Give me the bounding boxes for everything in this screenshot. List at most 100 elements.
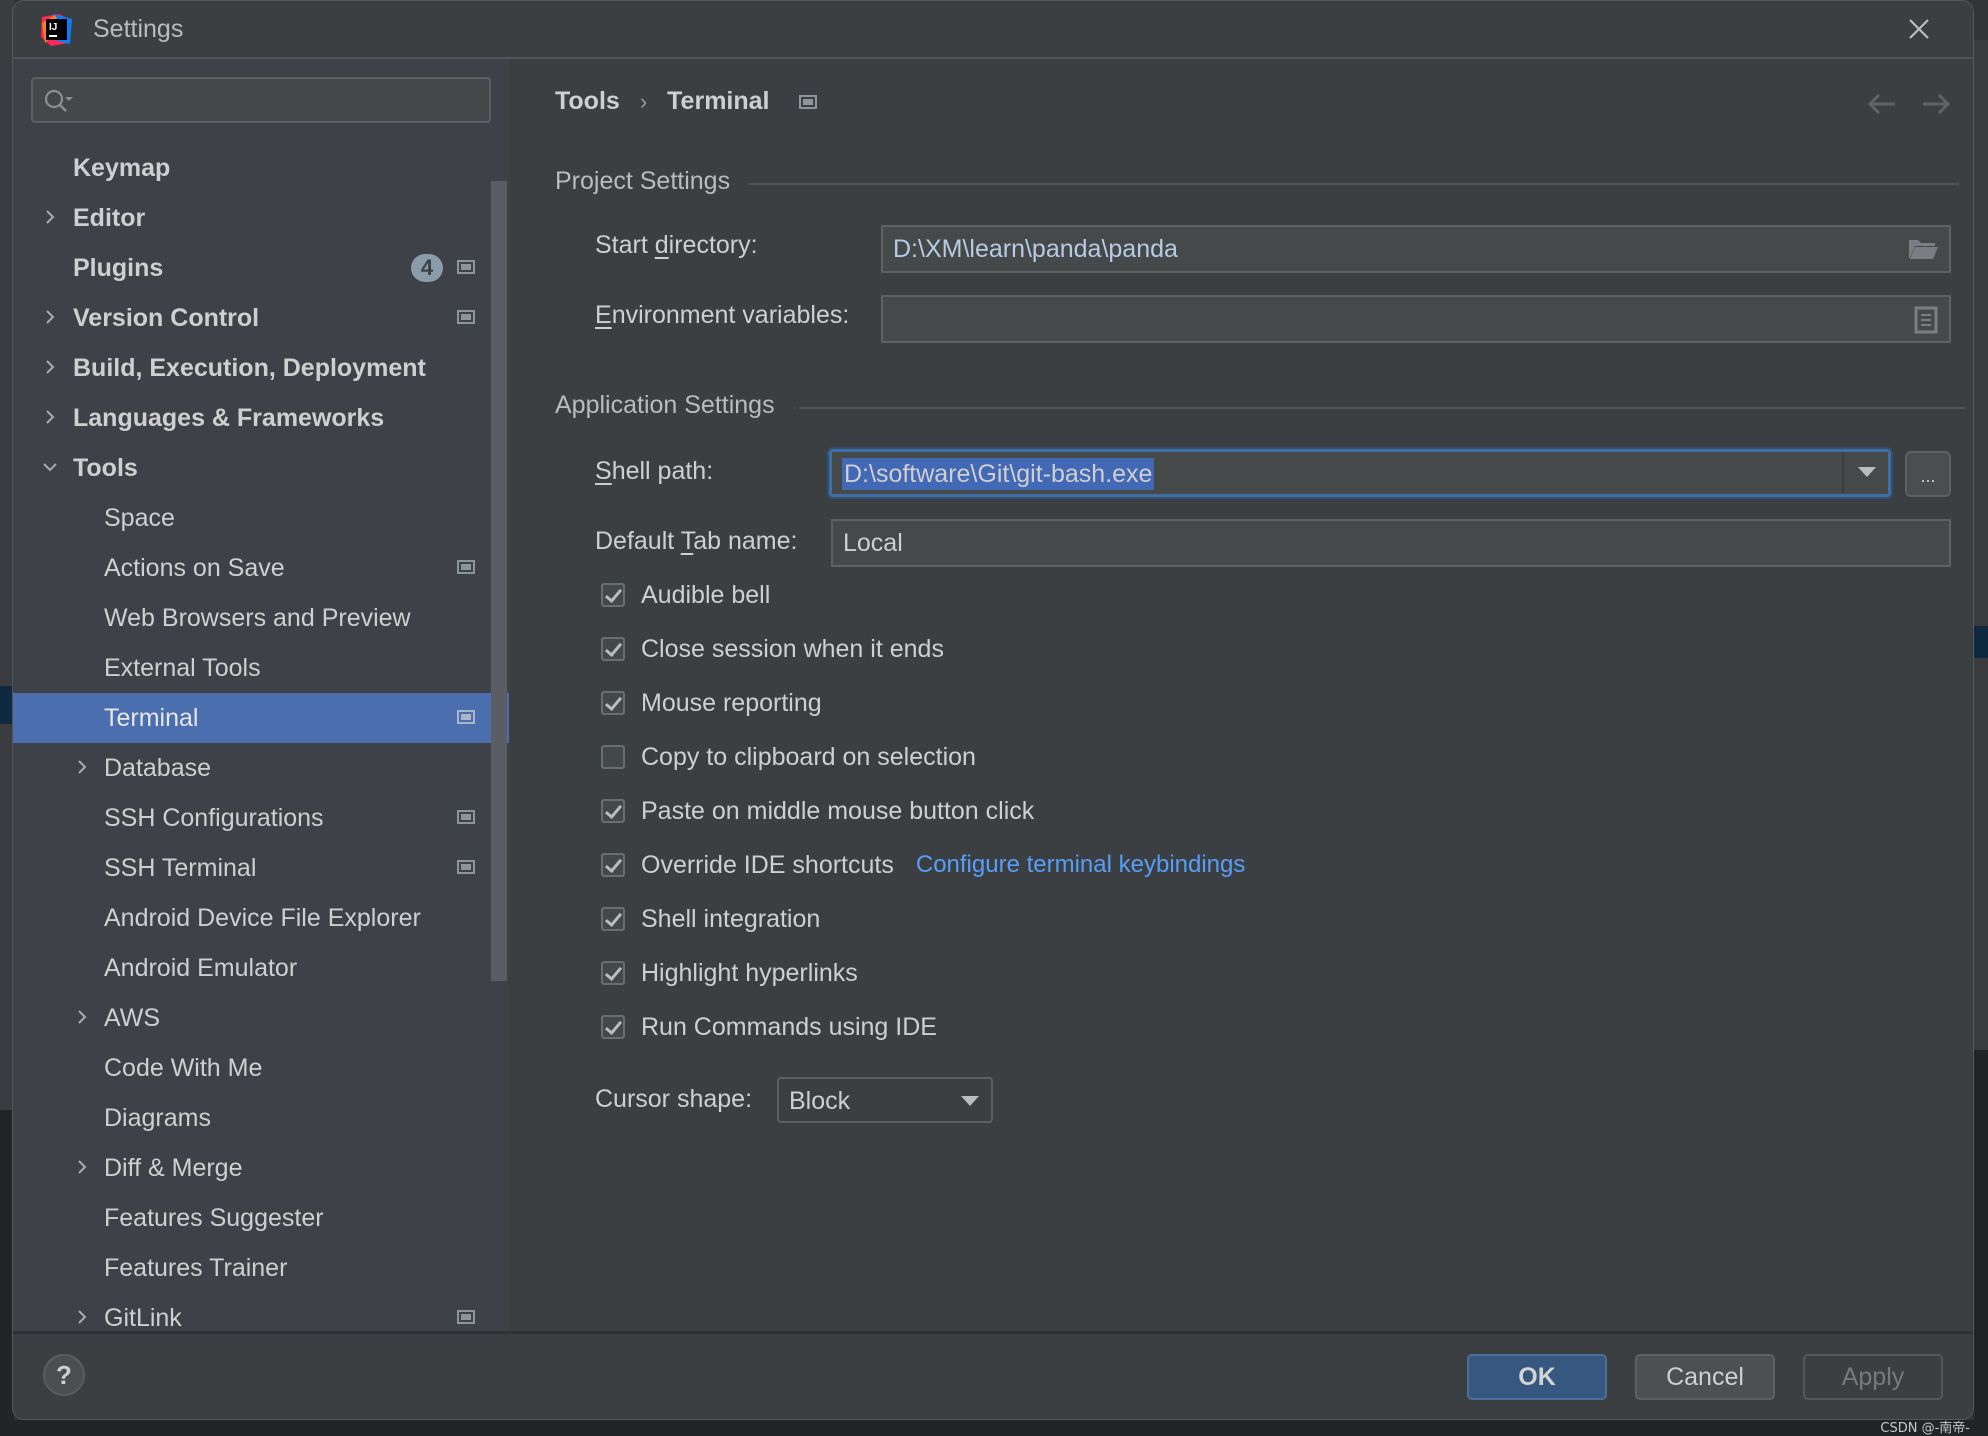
ok-button[interactable]: OK bbox=[1467, 1354, 1607, 1400]
sidebar-item-label: Plugins bbox=[73, 254, 164, 282]
sidebar-item-version-control[interactable]: Version Control bbox=[13, 293, 509, 343]
chevron-right-icon[interactable] bbox=[43, 210, 57, 224]
sidebar-scrollbar[interactable] bbox=[491, 181, 507, 981]
checkbox-close-session-when-it-ends[interactable]: Close session when it ends bbox=[601, 631, 944, 667]
sidebar-item-external-tools[interactable]: External Tools bbox=[13, 643, 509, 693]
checkbox-checked-icon[interactable] bbox=[601, 637, 625, 661]
forward-arrow-icon[interactable] bbox=[1921, 93, 1951, 115]
shell-path-combobox[interactable]: D:\software\Git\git-bash.exe bbox=[829, 449, 1891, 497]
checkbox-label: Shell integration bbox=[641, 904, 821, 933]
sidebar-item-label: Diff & Merge bbox=[104, 1154, 243, 1182]
sidebar-item-diff-merge[interactable]: Diff & Merge bbox=[13, 1143, 509, 1193]
sidebar-item-ssh-terminal[interactable]: SSH Terminal bbox=[13, 843, 509, 893]
sidebar-item-actions-on-save[interactable]: Actions on Save bbox=[13, 543, 509, 593]
checkbox-override-ide-shortcuts[interactable]: Override IDE shortcuts Configure terminal… bbox=[601, 847, 1245, 883]
folder-open-icon[interactable] bbox=[1907, 236, 1939, 262]
checkbox-label: Paste on middle mouse button click bbox=[641, 796, 1035, 825]
default-tab-name-value: Local bbox=[843, 529, 903, 557]
checkbox-audible-bell[interactable]: Audible bell bbox=[601, 577, 770, 613]
sidebar-item-editor[interactable]: Editor bbox=[13, 193, 509, 243]
sidebar-item-label: SSH Configurations bbox=[104, 804, 324, 832]
sidebar-item-android-device-file-explorer[interactable]: Android Device File Explorer bbox=[13, 893, 509, 943]
checkbox-highlight-hyperlinks[interactable]: Highlight hyperlinks bbox=[601, 955, 858, 991]
chevron-down-icon[interactable] bbox=[1858, 467, 1876, 477]
sidebar-item-diagrams[interactable]: Diagrams bbox=[13, 1093, 509, 1143]
chevron-down-icon[interactable] bbox=[43, 460, 57, 474]
project-scope-icon bbox=[457, 860, 475, 874]
checkbox-checked-icon[interactable] bbox=[601, 907, 625, 931]
checkbox-copy-to-clipboard-on-selection[interactable]: Copy to clipboard on selection bbox=[601, 739, 976, 775]
sidebar-item-label: Tools bbox=[73, 454, 138, 482]
checkbox-mouse-reporting[interactable]: Mouse reporting bbox=[601, 685, 822, 721]
settings-search-input[interactable] bbox=[31, 77, 491, 123]
sidebar-item-label: Keymap bbox=[73, 154, 171, 182]
project-scope-icon bbox=[457, 1310, 475, 1324]
project-scope-icon bbox=[457, 710, 475, 724]
sidebar-item-label: Editor bbox=[73, 204, 146, 232]
sidebar-item-languages-frameworks[interactable]: Languages & Frameworks bbox=[13, 393, 509, 443]
chevron-right-icon[interactable] bbox=[43, 360, 57, 374]
sidebar-item-web-browsers-and-preview[interactable]: Web Browsers and Preview bbox=[13, 593, 509, 643]
sidebar-item-terminal[interactable]: Terminal bbox=[13, 693, 509, 743]
chevron-right-icon[interactable] bbox=[43, 410, 57, 424]
settings-sidebar: Keymap Editor Plugins 4 Version Control Build… bbox=[13, 59, 521, 1332]
sidebar-item-database[interactable]: Database bbox=[13, 743, 509, 793]
sidebar-item-aws[interactable]: AWS bbox=[13, 993, 509, 1043]
cancel-button[interactable]: Cancel bbox=[1635, 1354, 1775, 1400]
back-arrow-icon[interactable] bbox=[1867, 93, 1897, 115]
apply-button[interactable]: Apply bbox=[1803, 1354, 1943, 1400]
sidebar-item-label: External Tools bbox=[104, 654, 261, 682]
checkbox-checked-icon[interactable] bbox=[601, 853, 625, 877]
environment-variables-field[interactable] bbox=[881, 295, 1951, 343]
sidebar-item-ssh-configurations[interactable]: SSH Configurations bbox=[13, 793, 509, 843]
settings-tree: Keymap Editor Plugins 4 Version Control Build… bbox=[13, 143, 509, 1343]
svg-text:IJ: IJ bbox=[49, 22, 57, 33]
sidebar-item-features-suggester[interactable]: Features Suggester bbox=[13, 1193, 509, 1243]
sidebar-item-keymap[interactable]: Keymap bbox=[13, 143, 509, 193]
chevron-right-icon[interactable] bbox=[75, 1160, 89, 1174]
chevron-right-icon[interactable] bbox=[75, 1310, 89, 1324]
configure-keybindings-link[interactable]: Configure terminal keybindings bbox=[916, 851, 1246, 879]
sidebar-item-plugins[interactable]: Plugins 4 bbox=[13, 243, 509, 293]
checkbox-unchecked-icon[interactable] bbox=[601, 745, 625, 769]
checkbox-checked-icon[interactable] bbox=[601, 799, 625, 823]
start-directory-field[interactable]: D:\XM\learn\panda\panda bbox=[881, 225, 1951, 273]
edit-document-icon[interactable] bbox=[1913, 306, 1939, 334]
cursor-shape-select[interactable]: Block bbox=[777, 1077, 993, 1123]
project-scope-icon bbox=[457, 310, 475, 324]
background-ide-right-panel bbox=[1974, 40, 1988, 1050]
application-settings-divider bbox=[799, 407, 1965, 409]
browse-shell-button[interactable]: ... bbox=[1905, 451, 1951, 497]
sidebar-item-label: AWS bbox=[104, 1004, 161, 1032]
chevron-right-icon[interactable] bbox=[75, 760, 89, 774]
sidebar-item-build-execution-deployment[interactable]: Build, Execution, Deployment bbox=[13, 343, 509, 393]
sidebar-item-space[interactable]: Space bbox=[13, 493, 509, 543]
checkbox-paste-on-middle-mouse-button-click[interactable]: Paste on middle mouse button click bbox=[601, 793, 1034, 829]
breadcrumb-parent[interactable]: Tools bbox=[555, 87, 620, 116]
chevron-right-icon[interactable] bbox=[43, 310, 57, 324]
sidebar-item-tools[interactable]: Tools bbox=[13, 443, 509, 493]
cursor-shape-value: Block bbox=[789, 1087, 851, 1115]
checkbox-checked-icon[interactable] bbox=[601, 961, 625, 985]
checkbox-checked-icon[interactable] bbox=[601, 691, 625, 715]
checkbox-checked-icon[interactable] bbox=[601, 583, 625, 607]
checkbox-shell-integration[interactable]: Shell integration bbox=[601, 901, 820, 937]
sidebar-item-android-emulator[interactable]: Android Emulator bbox=[13, 943, 509, 993]
help-button[interactable]: ? bbox=[43, 1354, 85, 1396]
checkbox-label: Highlight hyperlinks bbox=[641, 958, 858, 987]
chevron-right-icon[interactable] bbox=[75, 1010, 89, 1024]
default-tab-name-field[interactable]: Local bbox=[831, 519, 1951, 567]
checkbox-label: Override IDE shortcuts bbox=[641, 850, 894, 879]
checkbox-checked-icon[interactable] bbox=[601, 1015, 625, 1039]
dialog-title: Settings bbox=[93, 15, 184, 43]
project-scope-icon bbox=[457, 810, 475, 824]
sidebar-item-features-trainer[interactable]: Features Trainer bbox=[13, 1243, 509, 1293]
close-icon[interactable] bbox=[1905, 15, 1933, 43]
sidebar-item-code-with-me[interactable]: Code With Me bbox=[13, 1043, 509, 1093]
checkbox-run-commands-using-ide[interactable]: Run Commands using IDE bbox=[601, 1009, 937, 1045]
project-scope-icon bbox=[799, 94, 818, 109]
sidebar-item-label: Code With Me bbox=[104, 1054, 263, 1082]
search-icon bbox=[44, 89, 73, 112]
default-tab-name-label: Default Tab name: bbox=[595, 527, 798, 555]
checkbox-label: Mouse reporting bbox=[641, 688, 822, 717]
